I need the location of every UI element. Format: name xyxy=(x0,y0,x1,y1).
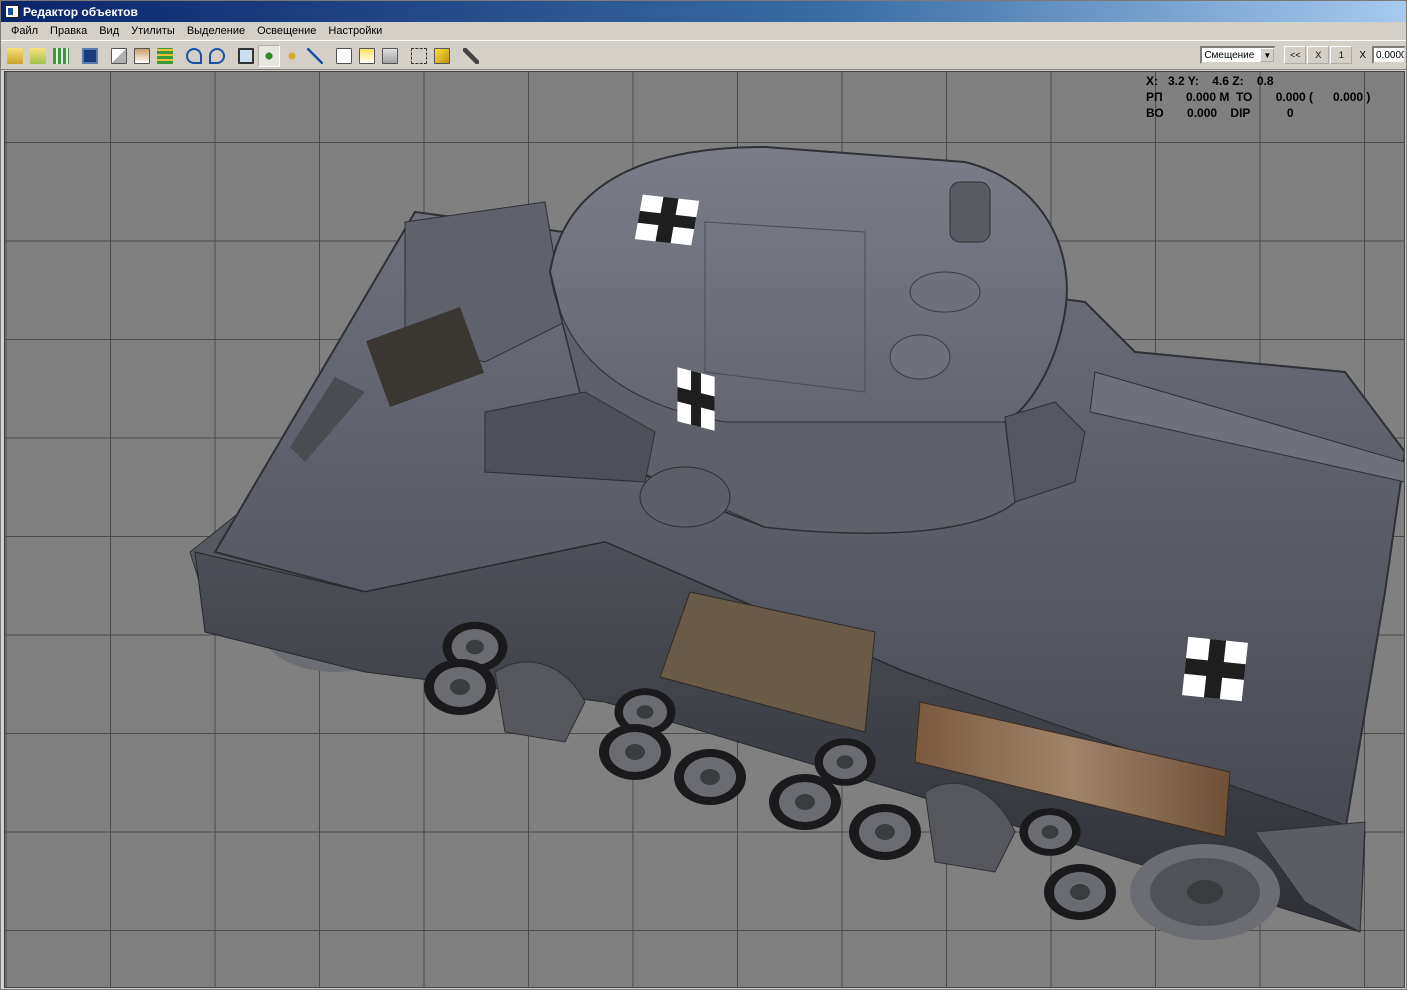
menu-utilities[interactable]: Утилиты xyxy=(125,23,181,39)
menu-file[interactable]: Файл xyxy=(5,23,44,39)
select-icon xyxy=(238,47,254,64)
rotate-icon xyxy=(284,47,300,64)
transform-controls: Смещение ▼ << X 1 X 0.0000 xyxy=(1200,46,1406,64)
cube-button[interactable] xyxy=(431,44,453,67)
texture-icon xyxy=(382,47,398,64)
grid-icon xyxy=(53,47,69,64)
axis-label: X xyxy=(1359,49,1366,61)
axes-icon xyxy=(307,47,323,64)
open-multi-button[interactable] xyxy=(27,44,49,67)
menu-selection[interactable]: Выделение xyxy=(181,23,251,39)
hammer-icon xyxy=(463,47,479,64)
scale-button[interactable] xyxy=(304,44,326,67)
turret-cross-side xyxy=(677,367,715,431)
select-button[interactable] xyxy=(235,44,257,67)
menu-edit[interactable]: Правка xyxy=(44,23,93,39)
dotted-box-icon xyxy=(411,47,427,64)
folder-multi-icon xyxy=(30,47,46,64)
undo-button[interactable] xyxy=(183,44,205,67)
properties-icon xyxy=(336,47,352,64)
save-icon xyxy=(82,47,98,64)
menu-settings[interactable]: Настройки xyxy=(322,23,388,39)
menu-view[interactable]: Вид xyxy=(93,23,125,39)
box-select-button[interactable] xyxy=(408,44,430,67)
tools-button[interactable] xyxy=(460,44,482,67)
properties-button[interactable] xyxy=(333,44,355,67)
hull-cross xyxy=(1182,636,1248,702)
move-button[interactable] xyxy=(258,44,280,67)
grid-button[interactable] xyxy=(50,44,72,67)
menu-bar: Файл Правка Вид Утилиты Выделение Освеще… xyxy=(1,22,1406,41)
value-input[interactable]: 0.0000 xyxy=(1372,46,1406,64)
undo-icon xyxy=(186,47,202,64)
rotate-button[interactable] xyxy=(281,44,303,67)
window-title: Редактор объектов xyxy=(23,4,138,19)
x-button[interactable]: X xyxy=(1307,46,1330,64)
material-icon xyxy=(359,47,375,64)
copy-icon xyxy=(111,47,127,64)
cube-icon xyxy=(434,47,450,64)
palette-button[interactable] xyxy=(154,44,176,67)
menu-lighting[interactable]: Освещение xyxy=(251,23,322,39)
mode-select-value: Смещение xyxy=(1204,49,1255,61)
sprocket-right xyxy=(1130,844,1280,940)
back-button[interactable]: << xyxy=(1284,46,1307,64)
texture-button[interactable] xyxy=(379,44,401,67)
folder-open-icon xyxy=(7,47,23,64)
app-icon xyxy=(5,5,19,18)
copy-button[interactable] xyxy=(108,44,130,67)
paste-button[interactable] xyxy=(131,44,153,67)
material-button[interactable] xyxy=(356,44,378,67)
redo-icon xyxy=(209,47,225,64)
palette-icon xyxy=(157,47,173,64)
redo-button[interactable] xyxy=(206,44,228,67)
turret-cross-top xyxy=(634,194,700,246)
one-button[interactable]: 1 xyxy=(1330,46,1353,64)
chevron-down-icon[interactable]: ▼ xyxy=(1260,48,1275,62)
paste-icon xyxy=(134,47,150,64)
3d-viewport[interactable]: X: 3.2 Y: 4.6 Z: 0.8 РП 0.000 М ТО 0.000… xyxy=(4,71,1405,988)
tank-model[interactable] xyxy=(5,72,1405,988)
save-button[interactable] xyxy=(79,44,101,67)
title-bar[interactable]: Редактор объектов xyxy=(1,1,1406,22)
move-icon xyxy=(261,47,277,64)
mode-select[interactable]: Смещение ▼ xyxy=(1200,46,1277,64)
toolbar: Смещение ▼ << X 1 X 0.0000 xyxy=(1,42,1406,70)
editor-window: Редактор объектов Файл Правка Вид Утилит… xyxy=(0,0,1407,990)
open-button[interactable] xyxy=(4,44,26,67)
